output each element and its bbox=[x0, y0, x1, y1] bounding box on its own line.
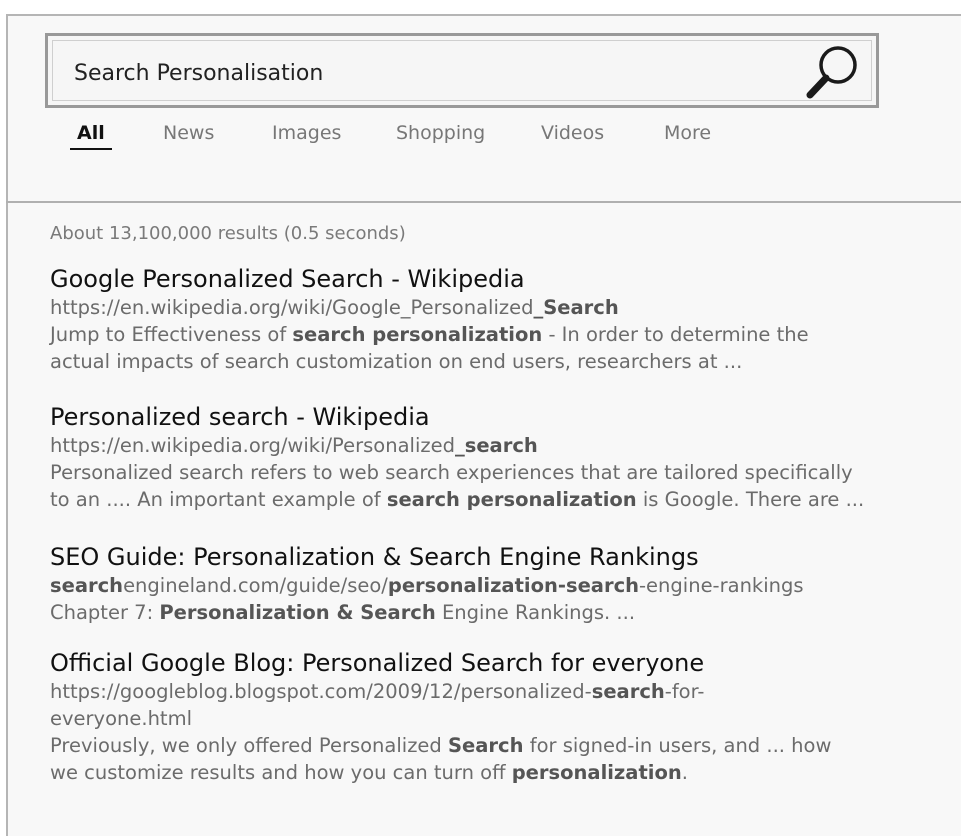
result-snippet: Personalized search refers to web search… bbox=[50, 461, 865, 511]
header-divider bbox=[6, 201, 961, 203]
result-snippet: Chapter 7: Personalization & Search Engi… bbox=[50, 601, 636, 624]
result-stats: About 13,100,000 results (0.5 seconds) bbox=[50, 223, 406, 244]
result-snippet: Jump to Effectiveness of search personal… bbox=[50, 323, 809, 373]
result-title-link[interactable]: Official Google Blog: Personalized Searc… bbox=[50, 648, 950, 678]
tab-all[interactable]: All bbox=[69, 122, 112, 150]
result-title-link[interactable]: SEO Guide: Personalization & Search Engi… bbox=[50, 542, 950, 572]
search-result: SEO Guide: Personalization & Search Engi… bbox=[50, 542, 950, 626]
result-snippet: Previously, we only offered Personalized… bbox=[50, 734, 832, 784]
tab-shopping[interactable]: Shopping bbox=[396, 122, 485, 144]
result-title-link[interactable]: Personalized search - Wikipedia bbox=[50, 402, 950, 432]
result-title-link[interactable]: Google Personalized Search - Wikipedia bbox=[50, 264, 950, 294]
search-input[interactable] bbox=[74, 56, 774, 90]
tab-videos[interactable]: Videos bbox=[541, 122, 604, 144]
search-box[interactable] bbox=[45, 33, 879, 108]
tab-news[interactable]: News bbox=[163, 122, 214, 144]
tab-images[interactable]: Images bbox=[272, 122, 341, 144]
search-result: Personalized search - Wikipedia https://… bbox=[50, 402, 950, 513]
tab-more[interactable]: More bbox=[664, 122, 711, 144]
search-icon[interactable] bbox=[804, 43, 862, 101]
result-url: https://googleblog.blogspot.com/2009/12/… bbox=[50, 680, 705, 730]
result-url: https://en.wikipedia.org/wiki/Google_Per… bbox=[50, 296, 619, 319]
result-url: searchengineland.com/guide/seo/personali… bbox=[50, 574, 804, 597]
search-result: Google Personalized Search - Wikipedia h… bbox=[50, 264, 950, 375]
search-result: Official Google Blog: Personalized Searc… bbox=[50, 648, 950, 786]
result-url: https://en.wikipedia.org/wiki/Personaliz… bbox=[50, 434, 538, 457]
